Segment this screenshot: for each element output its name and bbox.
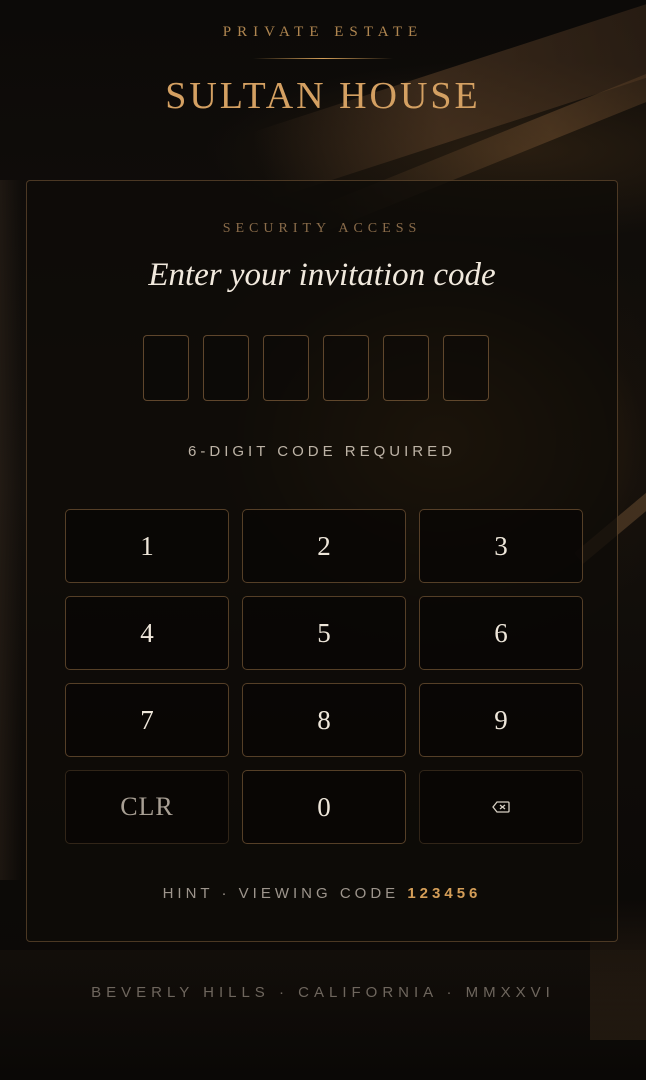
backspace-button[interactable]: [419, 770, 583, 844]
header-divider: [253, 58, 393, 59]
code-input-row: [143, 335, 489, 401]
code-digit-slot[interactable]: [323, 335, 369, 401]
clear-button[interactable]: CLR: [65, 770, 229, 844]
card-title: Enter your invitation code: [148, 257, 496, 293]
keypad-key-9[interactable]: 9: [419, 683, 583, 757]
code-digit-slot[interactable]: [263, 335, 309, 401]
keypad-key-8[interactable]: 8: [242, 683, 406, 757]
access-card: SECURITY ACCESS Enter your invitation co…: [26, 180, 618, 942]
backspace-icon: [492, 801, 510, 813]
hint-label: HINT · VIEWING CODE: [162, 885, 400, 902]
keypad-key-1[interactable]: 1: [65, 509, 229, 583]
keypad: 1 2 3 4 5 6 7 8 9 CLR 0: [65, 509, 583, 844]
header-eyebrow: PRIVATE ESTATE: [222, 24, 424, 40]
brand-title: SULTAN HOUSE: [165, 75, 481, 117]
code-digit-slot[interactable]: [203, 335, 249, 401]
background-floor: [0, 950, 646, 1080]
code-requirement-note: 6-DIGIT CODE REQUIRED: [188, 443, 456, 460]
keypad-key-2[interactable]: 2: [242, 509, 406, 583]
footer-location: BEVERLY HILLS · CALIFORNIA · MMXXVI: [91, 984, 555, 1001]
keypad-key-3[interactable]: 3: [419, 509, 583, 583]
hint-code: 123456: [407, 885, 482, 902]
hint-text: HINT · VIEWING CODE 123456: [27, 885, 617, 902]
background-wall: [0, 180, 22, 880]
keypad-key-4[interactable]: 4: [65, 596, 229, 670]
code-digit-slot[interactable]: [143, 335, 189, 401]
access-page: PRIVATE ESTATE SULTAN HOUSE SECURITY ACC…: [0, 0, 646, 1080]
keypad-key-0[interactable]: 0: [242, 770, 406, 844]
code-digit-slot[interactable]: [383, 335, 429, 401]
keypad-key-7[interactable]: 7: [65, 683, 229, 757]
keypad-key-6[interactable]: 6: [419, 596, 583, 670]
keypad-key-5[interactable]: 5: [242, 596, 406, 670]
code-digit-slot[interactable]: [443, 335, 489, 401]
card-eyebrow: SECURITY ACCESS: [222, 221, 422, 236]
